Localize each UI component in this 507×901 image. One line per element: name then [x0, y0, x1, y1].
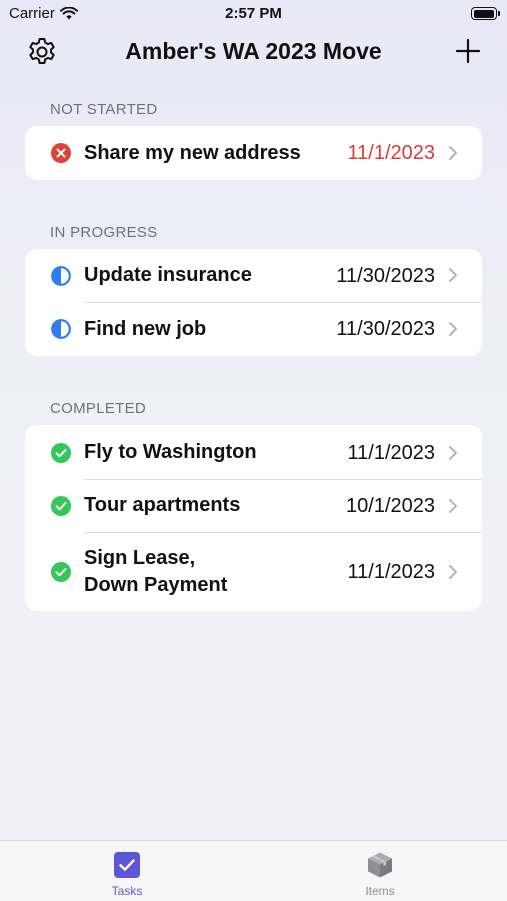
- checkmark-circle-icon: [51, 443, 71, 463]
- task-title-line-1: Sign Lease,: [84, 547, 196, 569]
- task-due-date: 10/1/2023: [346, 495, 435, 517]
- chevron-right-icon: [449, 268, 457, 282]
- task-due-date: 11/30/2023: [336, 318, 435, 340]
- section-header-not-started: NOT STARTED: [50, 101, 158, 118]
- checkmark-circle-icon: [51, 562, 71, 582]
- task-due-date: 11/1/2023: [347, 442, 436, 464]
- task-row[interactable]: Share my new address 11/1/2023: [25, 126, 482, 180]
- task-due-date: 11/1/2023: [347, 142, 436, 164]
- task-row[interactable]: Sign Lease, Down Payment 11/1/2023: [25, 532, 482, 611]
- task-row[interactable]: Tour apartments 10/1/2023: [25, 479, 482, 532]
- chevron-right-icon: [449, 146, 457, 160]
- plus-icon[interactable]: [455, 38, 481, 64]
- task-row[interactable]: Find new job 11/30/2023: [25, 302, 482, 356]
- tab-tasks[interactable]: Tasks: [82, 851, 172, 898]
- chevron-right-icon: [449, 322, 457, 336]
- task-group-completed: Fly to Washington 11/1/2023 Tour apartme…: [25, 425, 482, 611]
- tab-label: Items: [365, 884, 395, 898]
- battery-icon: [471, 7, 500, 20]
- tab-items[interactable]: Items: [335, 851, 425, 898]
- task-title: Tour apartments: [84, 494, 241, 516]
- task-title: Find new job: [84, 318, 207, 340]
- chevron-right-icon: [449, 499, 457, 513]
- checkbox-icon: [114, 852, 140, 878]
- status-time: 2:57 PM: [225, 5, 282, 22]
- checkmark-circle-icon: [51, 496, 71, 516]
- box-icon: [368, 852, 392, 878]
- tab-bar: Tasks Items: [0, 840, 507, 901]
- task-row[interactable]: Fly to Washington 11/1/2023: [25, 425, 482, 479]
- status-bar: Carrier 2:57 PM: [0, 0, 507, 28]
- task-title: Update insurance: [84, 264, 252, 286]
- task-group-not-started: Share my new address 11/1/2023: [25, 126, 482, 180]
- task-title-line-2: Down Payment: [84, 574, 228, 596]
- task-due-date: 11/1/2023: [347, 561, 436, 583]
- task-group-in-progress: Update insurance 11/30/2023 Find new job…: [25, 249, 482, 356]
- tab-label: Tasks: [111, 884, 143, 898]
- page-title: Amber's WA 2023 Move: [125, 38, 382, 64]
- half-circle-icon: [51, 266, 71, 286]
- task-due-date: 11/30/2023: [336, 265, 435, 287]
- not-started-icon: [51, 143, 71, 163]
- chevron-right-icon: [449, 565, 457, 579]
- section-header-completed: COMPLETED: [50, 400, 147, 417]
- half-circle-icon: [51, 319, 71, 339]
- task-row[interactable]: Update insurance 11/30/2023: [25, 249, 482, 302]
- section-header-in-progress: IN PROGRESS: [50, 224, 158, 241]
- task-title: Share my new address: [84, 142, 301, 164]
- task-title: Fly to Washington: [84, 441, 257, 463]
- navigation-bar: Amber's WA 2023 Move: [0, 30, 507, 74]
- chevron-right-icon: [449, 446, 457, 460]
